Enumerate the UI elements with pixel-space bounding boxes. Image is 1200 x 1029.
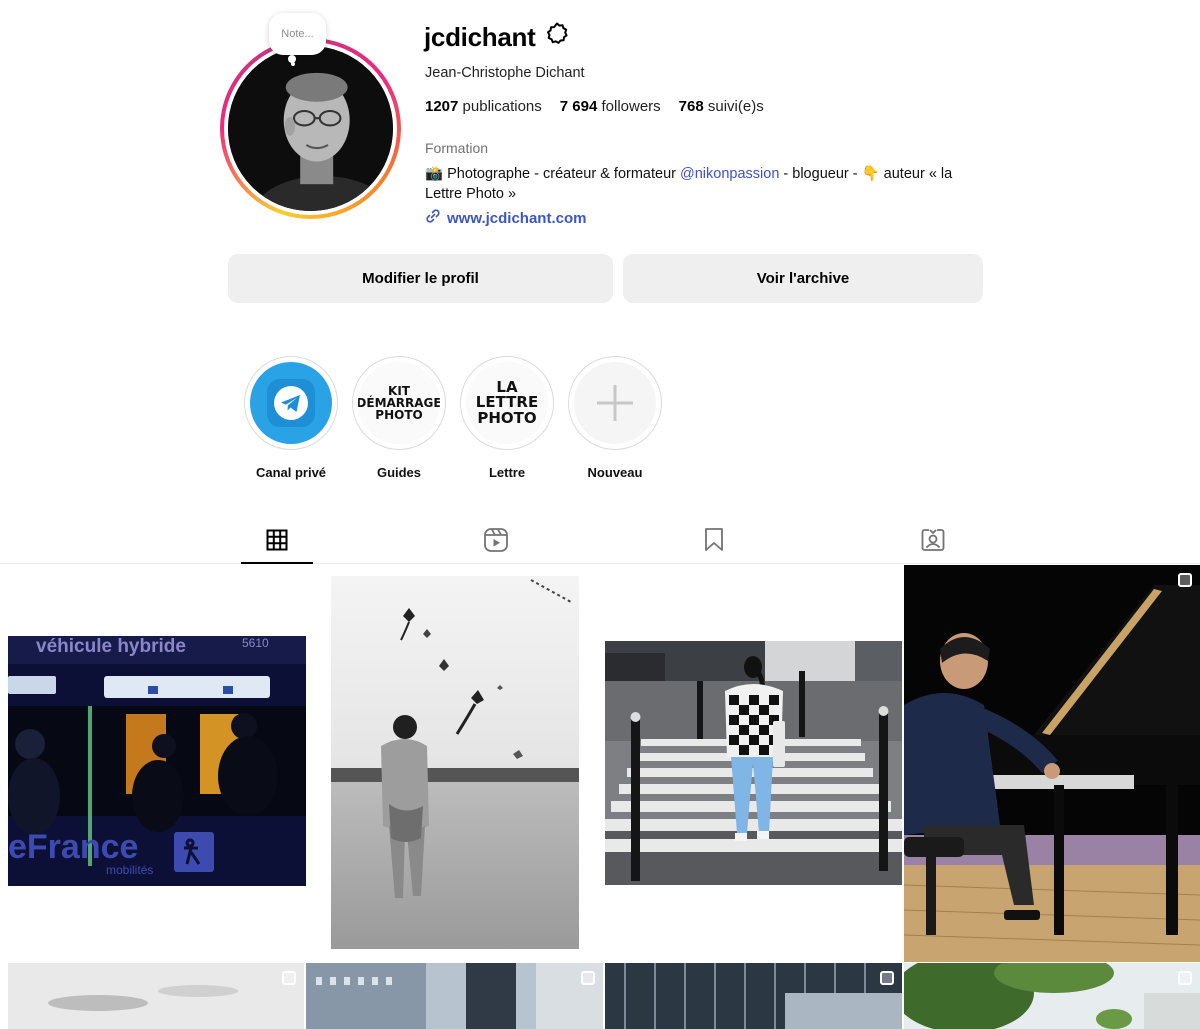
website-link[interactable]: www.jcdichant.com: [425, 208, 586, 228]
view-archive-button[interactable]: Voir l'archive: [623, 254, 983, 303]
bus-text-sub: mobilités: [106, 863, 153, 877]
bio-mention-link[interactable]: @nikonpassion: [680, 166, 779, 182]
telegram-icon: [267, 379, 315, 427]
tagged-user-icon: [921, 529, 945, 551]
post-image-clouds: [8, 963, 304, 1029]
multiple-images-icon: [581, 971, 595, 985]
grid-icon: [266, 529, 288, 551]
post-thumbnail[interactable]: [331, 576, 579, 949]
post-image-crosswalk: [605, 641, 902, 885]
highlight-lettre[interactable]: LA LETTRE PHOTO Lettre: [459, 356, 555, 480]
highlight-guides[interactable]: KIT DÉMARRAGE PHOTO Guides: [351, 356, 447, 480]
reels-icon: [484, 528, 508, 552]
post-thumbnail[interactable]: [605, 963, 902, 1029]
multiple-images-icon: [1178, 573, 1192, 587]
active-tab-indicator: [241, 562, 313, 564]
followers-count[interactable]: 7 694 followers: [560, 98, 661, 115]
post-thumbnail[interactable]: [904, 565, 1200, 962]
post-image-bus: véhicule hybride 5610 eFrance mobilités: [8, 636, 306, 886]
profile-avatar-ring[interactable]: [220, 38, 401, 219]
post-thumbnail[interactable]: [8, 963, 304, 1029]
plus-icon: [597, 385, 633, 421]
profile-category: Formation: [425, 140, 489, 156]
post-thumbnail[interactable]: [605, 641, 902, 885]
lettre-cover: LA LETTRE PHOTO: [466, 362, 548, 444]
link-icon: [425, 208, 441, 228]
post-thumbnail[interactable]: [904, 963, 1200, 1029]
threads-icon[interactable]: [545, 22, 569, 53]
note-bubble[interactable]: Note...: [269, 13, 326, 55]
tabs-divider: [0, 563, 1200, 564]
guides-cover: KIT DÉMARRAGE PHOTO: [358, 362, 440, 444]
bus-text-code: 5610: [242, 636, 269, 650]
highlight-new[interactable]: Nouveau: [567, 356, 663, 480]
post-thumbnail[interactable]: [306, 963, 603, 1029]
username: jcdichant: [424, 22, 536, 52]
full-name: Jean-Christophe Dichant: [425, 65, 585, 81]
edit-profile-button[interactable]: Modifier le profil: [228, 254, 613, 303]
post-image-glass-facade: [605, 963, 902, 1029]
tab-saved[interactable]: [698, 524, 730, 556]
profile-username-row: jcdichant: [424, 22, 569, 53]
highlight-label: Lettre: [488, 465, 526, 480]
avatar-portrait: [228, 46, 393, 211]
highlight-label: Canal privé: [255, 465, 327, 480]
multiple-images-icon: [880, 971, 894, 985]
post-image-trees: [904, 963, 1200, 1029]
bus-text-hybride: véhicule hybride: [36, 636, 186, 657]
profile-bio: 📸 Photographe - créateur & formateur @ni…: [425, 166, 953, 202]
avatar: [228, 46, 393, 211]
post-image-kites-beach: [331, 576, 579, 949]
following-count[interactable]: 768 suivi(e)s: [679, 98, 764, 115]
tab-tagged[interactable]: [917, 524, 949, 556]
profile-stats: 1207 publications 7 694 followers 768 su…: [425, 98, 764, 115]
tab-posts[interactable]: [261, 524, 293, 556]
multiple-images-icon: [1178, 971, 1192, 985]
post-image-building: [306, 963, 603, 1029]
highlight-label: Guides: [376, 465, 422, 480]
bookmark-icon: [705, 528, 723, 551]
note-bubble-tail-small: [291, 62, 295, 66]
bus-text-brand: eFrance: [8, 828, 138, 866]
posts-count: 1207 publications: [425, 98, 542, 115]
post-thumbnail[interactable]: véhicule hybride 5610 eFrance mobilités: [8, 636, 306, 886]
tab-reels[interactable]: [480, 524, 512, 556]
post-image-pianist: [904, 565, 1200, 962]
highlight-label: Nouveau: [587, 465, 643, 480]
multiple-images-icon: [282, 971, 296, 985]
highlight-canal-prive[interactable]: Canal privé: [243, 356, 339, 480]
